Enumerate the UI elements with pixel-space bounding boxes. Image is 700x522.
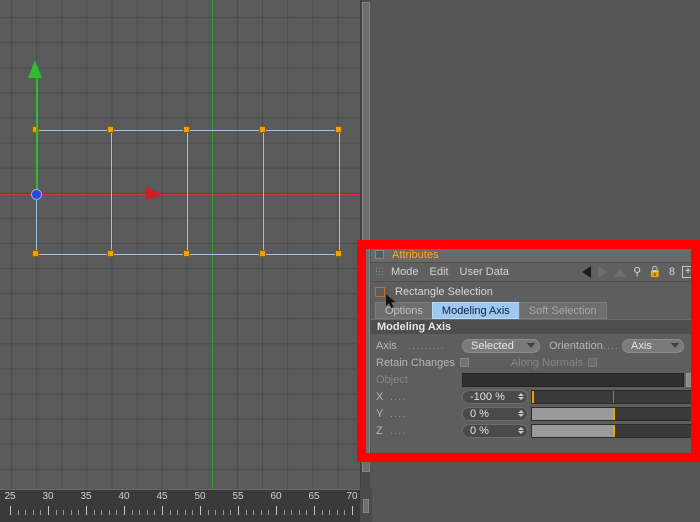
ruler-tick-minor <box>93 510 95 515</box>
ruler-tick-minor <box>306 510 308 515</box>
ruler-tick-minor <box>25 510 27 515</box>
ruler-tick-label: 65 <box>308 491 320 502</box>
ruler-scroll-nub[interactable] <box>363 499 369 513</box>
ruler-tick-major <box>276 506 277 515</box>
mesh-edge-v2 <box>111 130 112 254</box>
ruler-tick-minor <box>139 510 141 515</box>
ruler-tick-minor <box>184 510 186 515</box>
ruler-tick-minor <box>336 510 338 515</box>
mesh-vertex[interactable] <box>32 250 39 257</box>
mesh-vertex[interactable] <box>107 126 114 133</box>
ruler-tick-minor <box>344 510 346 515</box>
ruler-tick-minor <box>268 510 270 515</box>
modeling-axis-y-shaft[interactable] <box>36 70 38 195</box>
mesh-edge-v5 <box>339 130 340 254</box>
mesh-vertex[interactable] <box>107 250 114 257</box>
ruler-tick-minor <box>116 510 118 515</box>
ruler-tick-label: 35 <box>80 491 92 502</box>
ruler-tick-label: 25 <box>4 491 16 502</box>
ruler-tick-label: 50 <box>194 491 206 502</box>
ruler-tick-minor <box>283 510 285 515</box>
red-highlight-box <box>357 240 700 462</box>
ruler-tick-minor <box>169 510 171 515</box>
modeling-axis-x-arrow-icon[interactable] <box>145 187 163 201</box>
ruler-tick-label: 45 <box>156 491 168 502</box>
ruler-corner-widget[interactable] <box>360 489 372 522</box>
ruler-tick-minor <box>17 510 19 515</box>
modeling-axis-y-arrow-icon[interactable] <box>28 60 42 78</box>
ruler-tick-label: 70 <box>346 491 358 502</box>
ruler-tick-major <box>10 506 11 515</box>
ruler-tick-minor <box>70 510 72 515</box>
mesh-vertex[interactable] <box>335 250 342 257</box>
world-axis-y-line <box>212 0 213 489</box>
ruler-tick-minor <box>154 510 156 515</box>
ruler-tick-label: 60 <box>270 491 282 502</box>
ruler-tick-major <box>162 506 163 515</box>
ruler-tick-minor <box>146 510 148 515</box>
ruler-tick-major <box>200 506 201 515</box>
ruler-tick-minor <box>222 510 224 515</box>
ruler-tick-minor <box>55 510 57 515</box>
ruler-tick-major <box>48 506 49 515</box>
mesh-vertex[interactable] <box>183 250 190 257</box>
ruler-tick-minor <box>329 510 331 515</box>
ruler-tick-major <box>238 506 239 515</box>
ruler-tick-minor <box>192 510 194 515</box>
viewport-grid <box>0 0 360 489</box>
3d-viewport[interactable] <box>0 0 360 489</box>
ruler-tick-major <box>314 506 315 515</box>
ruler-tick-minor <box>32 510 34 515</box>
ruler-tick-label: 55 <box>232 491 244 502</box>
ruler-tick-minor <box>321 510 323 515</box>
ruler-tick-minor <box>108 510 110 515</box>
ruler-tick-minor <box>291 510 293 515</box>
ruler-tick-major <box>124 506 125 515</box>
ruler-tick-major <box>352 506 353 515</box>
ruler-tick-minor <box>230 510 232 515</box>
mesh-edge-v3 <box>187 130 188 254</box>
ruler-tick-minor <box>298 510 300 515</box>
mesh-vertex[interactable] <box>259 250 266 257</box>
ruler-tick-label: 30 <box>42 491 54 502</box>
mesh-vertex[interactable] <box>335 126 342 133</box>
ruler-tick-minor <box>177 510 179 515</box>
mouse-cursor-icon <box>386 294 397 309</box>
ruler-tick-minor <box>253 510 255 515</box>
ruler-tick-minor <box>40 510 42 515</box>
horizontal-ruler[interactable]: 25 30 35 40 45 50 55 60 65 70 <box>0 489 360 522</box>
mesh-vertex[interactable] <box>259 126 266 133</box>
ruler-tick-minor <box>207 510 209 515</box>
modeling-axis-origin-handle[interactable] <box>31 189 42 200</box>
ruler-tick-minor <box>131 510 133 515</box>
ruler-tick-minor <box>245 510 247 515</box>
ruler-tick-major <box>86 506 87 515</box>
ruler-tick-label: 40 <box>118 491 130 502</box>
ruler-tick-minor <box>215 510 217 515</box>
ruler-tick-minor <box>260 510 262 515</box>
mesh-edge-v4 <box>263 130 264 254</box>
ruler-tick-minor <box>78 510 80 515</box>
world-axis-x-line <box>0 194 360 195</box>
ruler-tick-minor <box>101 510 103 515</box>
ruler-tick-minor <box>63 510 65 515</box>
mesh-vertex[interactable] <box>183 126 190 133</box>
